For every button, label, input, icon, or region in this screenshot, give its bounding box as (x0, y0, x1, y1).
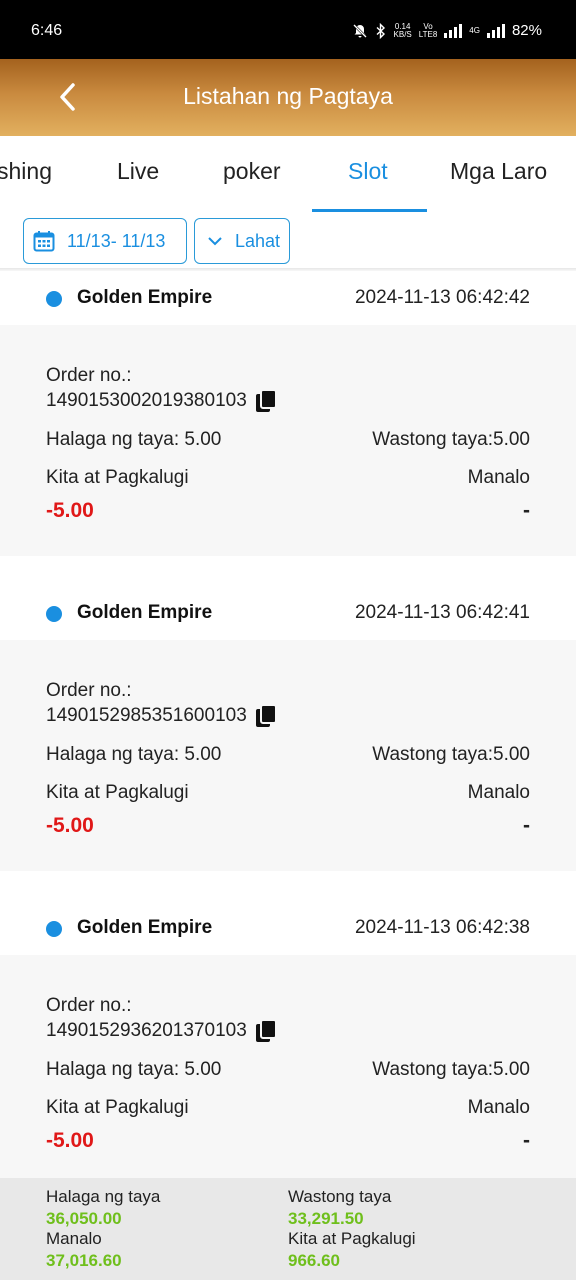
copy-icon[interactable] (255, 389, 277, 413)
tab-mga-laro[interactable]: Mga Laro (450, 158, 547, 185)
record-details: Order no.: 1490152985351600103 Halaga ng… (0, 640, 576, 871)
order-no: 1490153002019380103 (46, 389, 277, 413)
record-header: Golden Empire 2024-11-13 06:42:42 (0, 271, 576, 325)
summary-bet-amount-label: Halaga ng taya (46, 1187, 161, 1206)
battery-level: 82% (511, 22, 542, 39)
bet-amount: Halaga ng taya: 5.00 (46, 1059, 222, 1080)
net-speed: 0.14 KB/S (393, 21, 412, 39)
order-no-label: Order no.: (46, 680, 132, 701)
valid-bet: Wastong taya:5.00 (372, 429, 530, 450)
record-time: 2024-11-13 06:42:42 (354, 287, 530, 308)
summary-valid-bet-value: 33,291.50 (288, 1209, 364, 1228)
profit-loss-value: -5.00 (46, 1129, 94, 1152)
bet-record[interactable]: Golden Empire 2024-11-13 06:42:41 Order … (0, 586, 576, 901)
record-details: Order no.: 1490153002019380103 Halaga ng… (0, 325, 576, 556)
status-dot (46, 606, 62, 622)
bluetooth-icon (376, 22, 385, 39)
win-value: - (523, 499, 530, 522)
tab-fishing[interactable]: shing (0, 158, 52, 185)
summary-valid-bet-label: Wastong taya (288, 1187, 392, 1206)
status-bar: 6:46 0.14 KB/S Vo LTE8 4G 82% (0, 0, 576, 59)
summary-bet-amount-value: 36,050.00 (46, 1209, 122, 1228)
win-value: - (523, 1129, 530, 1152)
status-dot (46, 921, 62, 937)
signal-strength-icon-2 (486, 23, 505, 38)
page-title: Listahan ng Pagtaya (183, 83, 393, 109)
profit-loss-label: Kita at Pagkalugi (46, 467, 189, 488)
summary-profit-loss-label: Kita at Pagkalugi (288, 1229, 416, 1248)
category-filter[interactable]: Lahat (194, 218, 290, 264)
win-label: Manalo (467, 782, 530, 803)
category-tabs: shing Live poker Slot Mga Laro (0, 136, 576, 213)
order-no-label: Order no.: (46, 995, 132, 1016)
status-time: 6:46 (31, 22, 63, 39)
summary-footer: Halaga ng taya 36,050.00 Wastong taya 33… (0, 1178, 576, 1280)
profit-loss-value: -5.00 (46, 499, 94, 522)
valid-bet: Wastong taya:5.00 (372, 1059, 530, 1080)
summary-win-value: 37,016.60 (46, 1251, 122, 1270)
tab-poker[interactable]: poker (223, 158, 281, 185)
profit-loss-label: Kita at Pagkalugi (46, 1097, 189, 1118)
bet-amount: Halaga ng taya: 5.00 (46, 744, 222, 765)
game-name: Golden Empire (77, 602, 213, 623)
signal-strength-icon (444, 23, 463, 38)
profit-loss-label: Kita at Pagkalugi (46, 782, 189, 803)
order-no-value: 1490152936201370103 (46, 1020, 247, 1041)
bet-amount: Halaga ng taya: 5.00 (46, 429, 222, 450)
order-no-label: Order no.: (46, 365, 132, 386)
win-label: Manalo (467, 1097, 530, 1118)
calendar-icon (33, 231, 55, 252)
win-value: - (523, 814, 530, 837)
volte-indicator: Vo LTE8 (418, 21, 438, 39)
record-time: 2024-11-13 06:42:38 (354, 917, 530, 938)
tab-slot[interactable]: Slot (348, 158, 388, 185)
summary-win-label: Manalo (46, 1229, 102, 1248)
order-no-value: 1490153002019380103 (46, 390, 247, 411)
bet-record[interactable]: Golden Empire 2024-11-13 06:42:42 Order … (0, 271, 576, 586)
record-details: Order no.: 1490152936201370103 Halaga ng… (0, 955, 576, 1186)
category-filter-label: Lahat (235, 230, 281, 251)
chevron-down-icon (208, 237, 222, 246)
record-header: Golden Empire 2024-11-13 06:42:38 (0, 901, 576, 955)
summary-profit-loss-value: 966.60 (288, 1251, 340, 1270)
network-type: 4G (469, 25, 480, 35)
profit-loss-value: -5.00 (46, 814, 94, 837)
status-dot (46, 291, 62, 307)
filter-bar: 11/13- 11/13 Lahat (0, 213, 576, 270)
active-tab-indicator (312, 209, 427, 212)
order-no-value: 1490152985351600103 (46, 705, 247, 726)
app-header: Listahan ng Pagtaya (0, 59, 576, 136)
bet-record[interactable]: Golden Empire 2024-11-13 06:42:38 Order … (0, 901, 576, 1216)
record-header: Golden Empire 2024-11-13 06:42:41 (0, 586, 576, 640)
order-no: 1490152985351600103 (46, 704, 277, 728)
tab-live[interactable]: Live (117, 158, 159, 185)
date-range-filter[interactable]: 11/13- 11/13 (23, 218, 187, 264)
valid-bet: Wastong taya:5.00 (372, 744, 530, 765)
bet-record-list: Golden Empire 2024-11-13 06:42:42 Order … (0, 271, 576, 1216)
mute-notifications-icon (352, 23, 367, 38)
date-range-label: 11/13- 11/13 (67, 230, 166, 251)
copy-icon[interactable] (255, 1019, 277, 1043)
order-no: 1490152936201370103 (46, 1019, 277, 1043)
game-name: Golden Empire (77, 917, 213, 938)
status-icons: 0.14 KB/S Vo LTE8 4G 82% (352, 22, 542, 39)
record-time: 2024-11-13 06:42:41 (354, 602, 530, 623)
copy-icon[interactable] (255, 704, 277, 728)
game-name: Golden Empire (77, 287, 213, 308)
win-label: Manalo (467, 467, 530, 488)
